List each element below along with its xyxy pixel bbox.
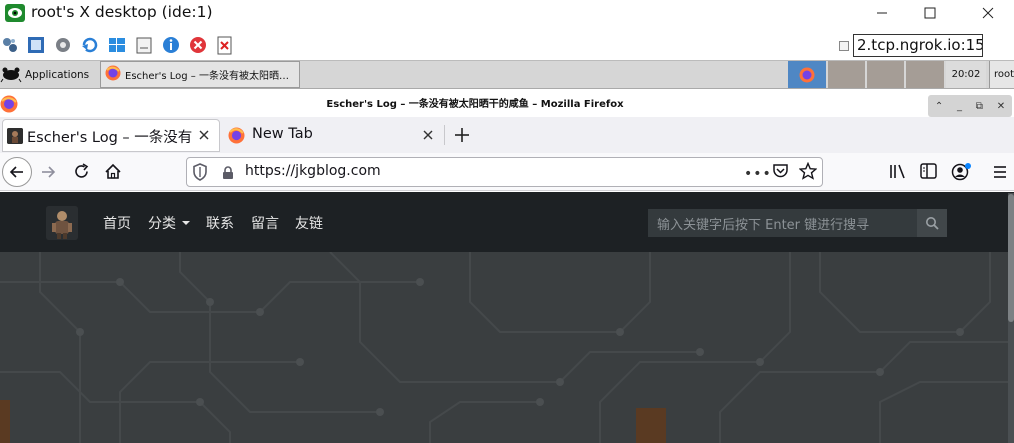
tab-label: Escher's Log – 一条没有被 [27,130,192,146]
applications-menu-button[interactable]: Applications [0,61,89,88]
fullscreen-icon[interactable] [27,36,45,54]
clock: 20:02 [946,61,986,88]
nav-categories-label: 分类 [148,216,176,232]
hero-circuit-background [0,252,1014,443]
library-icon[interactable] [889,163,907,184]
close-icon[interactable] [966,0,1010,25]
tab-new-tab-label[interactable]: New Tab [252,126,313,142]
vnc-window-title: root's X desktop (ide:1) [31,3,213,21]
mouse-logo-icon [0,63,22,87]
maximize-icon[interactable] [908,0,952,25]
lock-icon[interactable] [222,165,234,184]
close-session-icon[interactable] [216,36,234,55]
applications-label: Applications [25,68,90,81]
site-favicon-icon [7,128,23,144]
vnc-app-icon [5,4,25,22]
nav-contact-link[interactable]: 联系 [206,213,234,233]
vnc-address-field[interactable]: 2.tcp.ngrok.io:15 [853,34,983,57]
workspace-4[interactable] [906,61,944,88]
tab-close-icon[interactable] [196,127,212,143]
circuit-pattern-image [0,252,1014,443]
back-arrow-icon [9,166,23,178]
window-minimize-icon[interactable]: _ [957,101,962,112]
workspace-2[interactable] [828,61,865,88]
forward-arrow-icon[interactable] [40,164,56,184]
firefox-window-controls: ⌃ _ ⧉ ✕ [928,95,1012,117]
tab-separator [444,125,445,145]
nav-friends-link[interactable]: 友链 [295,213,323,233]
minimize-icon[interactable] [860,0,904,25]
url-text[interactable]: https://jkgblog.com [245,163,381,179]
address-checkbox[interactable] [839,41,849,51]
bookmark-star-icon[interactable] [798,161,818,184]
window-restore-icon[interactable]: ⧉ [976,101,983,112]
site-logo-avatar[interactable] [46,206,78,240]
refresh-icon[interactable] [81,36,99,54]
tracking-protection-shield-icon[interactable] [192,163,208,185]
window-close-icon[interactable]: ✕ [997,101,1005,112]
site-search-placeholder: 输入关键字后按下 Enter 键进行搜寻 [657,218,870,233]
sidebar-icon[interactable] [920,163,937,183]
tab-close-icon[interactable] [420,127,436,143]
reload-icon[interactable] [73,163,90,184]
workspace-3[interactable] [867,61,904,88]
account-icon[interactable] [951,162,973,186]
page-scrollbar-thumb[interactable] [1008,194,1014,322]
workspace-1[interactable] [788,61,826,88]
nav-home-link[interactable]: 首页 [103,213,131,233]
page-actions-ellipsis-icon[interactable]: ••• [744,166,772,182]
home-icon[interactable] [104,163,122,184]
nav-guestbook-link[interactable]: 留言 [251,213,279,233]
taskbar-firefox-label: Escher's Log – 一条没有被太阳晒… [125,71,289,82]
firefox-logo-icon [799,67,815,82]
firefox-window-title: Escher's Log – 一条没有被太阳晒干的咸鱼 – Mozilla Fi… [326,99,624,110]
firefox-logo-icon [105,65,121,85]
windows-key-icon[interactable] [108,36,126,54]
caret-down-icon [182,221,190,225]
nav-categories-dropdown[interactable]: 分类 [148,213,191,233]
back-button[interactable] [2,157,32,187]
disconnect-icon[interactable] [189,36,207,54]
firefox-logo-icon [228,127,245,144]
window-menu-icon[interactable]: ⌃ [935,101,943,112]
options-icon[interactable] [1,36,19,54]
hamburger-menu-icon[interactable] [993,164,1007,183]
taskbar-firefox-window[interactable]: Escher's Log – 一条没有被太阳晒… [100,61,300,88]
pocket-icon[interactable] [772,163,789,183]
info-icon[interactable] [162,36,180,54]
search-icon [926,217,939,230]
site-search-button[interactable] [917,209,947,237]
settings-icon[interactable] [54,36,72,54]
new-tab-plus-icon[interactable] [453,126,471,144]
clipboard-icon[interactable] [135,36,153,54]
user-label[interactable]: root [989,61,1014,88]
